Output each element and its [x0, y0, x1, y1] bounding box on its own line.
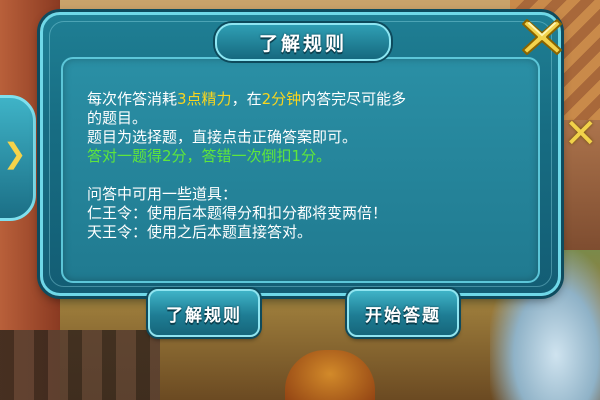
rules-text-segment: 每次作答消耗: [87, 90, 178, 108]
chevron-right-icon: ❯: [3, 137, 27, 170]
scene-railing: [0, 330, 160, 400]
rules-line: 题目为选择题，直接点击正确答案即可。: [87, 128, 358, 146]
dialog-title: 了解规则: [258, 32, 347, 55]
rules-line: 的题目。: [87, 109, 148, 127]
rules-line: 问答中可用一些道具：: [87, 185, 238, 203]
rules-dialog: 了解规则 每次作答消耗3点精力，在2分钟内答完尽可能多 的题目。 题目为选择题，…: [40, 12, 562, 296]
start-quiz-button[interactable]: 开始答题: [347, 289, 459, 337]
close-button[interactable]: [516, 11, 568, 63]
scoring-rule-line: 答对一题得2分，答错一次倒扣1分。: [87, 147, 332, 165]
side-expand-tab[interactable]: ❯: [0, 95, 36, 221]
item-rule-line: 仁王令：使用后本题得分和扣分都将变两倍！: [87, 204, 388, 222]
start-quiz-button-label: 开始答题: [365, 305, 441, 326]
item-rule-line: 天王令：使用之后本题直接答对。: [87, 223, 313, 241]
learn-rules-button-label: 了解规则: [166, 305, 242, 326]
rules-text-segment: ，在: [231, 90, 262, 108]
rules-line: 每次作答消耗3点精力，在2分钟内答完尽可能多: [87, 90, 537, 109]
rules-spacer: [87, 166, 537, 185]
learn-rules-button[interactable]: 了解规则: [148, 289, 260, 337]
time-limit-highlight: 2分钟: [261, 90, 302, 108]
close-x-icon: ✕: [564, 111, 598, 157]
rules-text-segment: 内答完尽可能多: [301, 90, 407, 108]
rules-text: 每次作答消耗3点精力，在2分钟内答完尽可能多 的题目。 题目为选择题，直接点击正…: [87, 90, 537, 242]
energy-cost-highlight: 3点精力: [177, 90, 232, 108]
close-x-icon: [522, 19, 562, 55]
dialog-title-plate: 了解规则: [215, 23, 391, 61]
